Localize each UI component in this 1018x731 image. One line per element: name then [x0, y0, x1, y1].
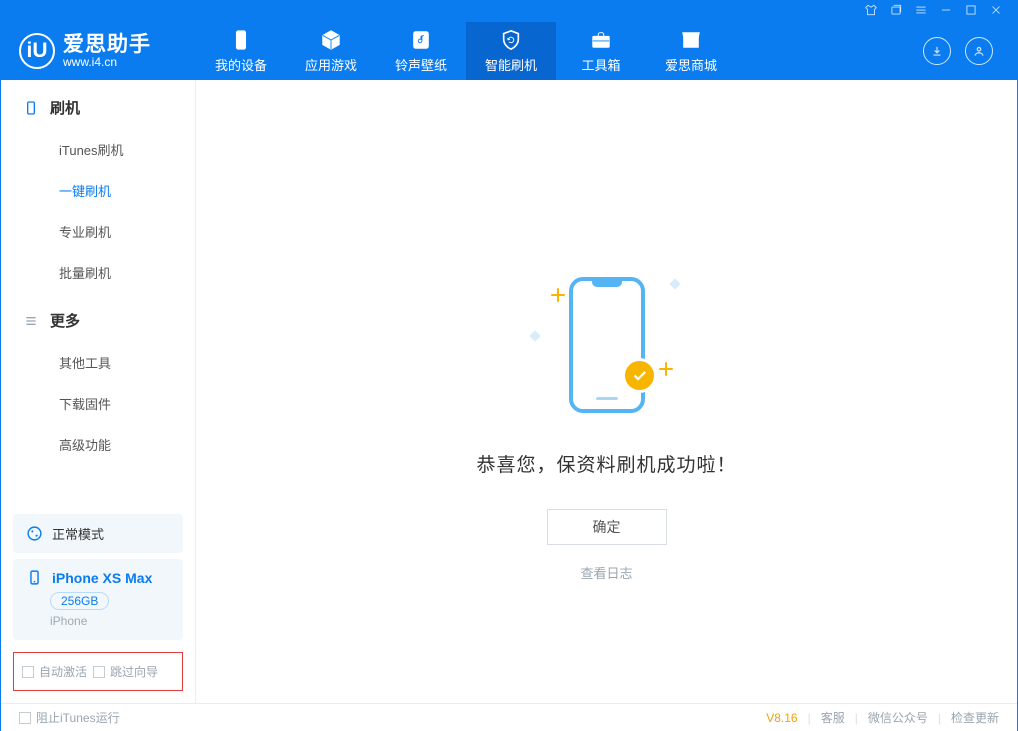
device-icon	[230, 29, 252, 51]
music-icon	[410, 29, 432, 51]
shirt-icon[interactable]	[864, 3, 878, 20]
link-support[interactable]: 客服	[821, 709, 845, 726]
sidebar: 刷机 iTunes刷机 一键刷机 专业刷机 批量刷机 更多 其他工具 下载固件 …	[1, 80, 196, 703]
cube-icon	[320, 29, 342, 51]
logo-icon: iU	[19, 33, 55, 69]
link-wechat[interactable]: 微信公众号	[868, 709, 928, 726]
checkbox-label: 自动激活	[39, 663, 87, 680]
tab-my-device[interactable]: 我的设备	[196, 22, 286, 80]
sidebar-item-advanced[interactable]: 高级功能	[1, 424, 195, 465]
main-area: 刷机 iTunes刷机 一键刷机 专业刷机 批量刷机 更多 其他工具 下载固件 …	[1, 80, 1017, 703]
check-icon	[622, 358, 657, 393]
tab-label: 智能刷机	[485, 55, 537, 74]
checkbox-label: 跳过向导	[110, 663, 158, 680]
tab-label: 工具箱	[581, 55, 620, 74]
titlebar	[1, 1, 1017, 22]
close-button[interactable]	[989, 3, 1003, 20]
tab-label: 爱思商城	[665, 55, 717, 74]
device-capacity: 256GB	[50, 592, 109, 610]
section-title: 更多	[50, 310, 80, 331]
sidebar-item-pro-flash[interactable]: 专业刷机	[1, 211, 195, 252]
phone-icon	[23, 100, 39, 116]
sidebar-item-other-tools[interactable]: 其他工具	[1, 342, 195, 383]
checkbox-skip-guide[interactable]: 跳过向导	[93, 663, 158, 680]
checkbox-auto-activate[interactable]: 自动激活	[22, 663, 87, 680]
version-label: V8.16	[766, 711, 797, 725]
tab-apps-games[interactable]: 应用游戏	[286, 22, 376, 80]
device-type: iPhone	[50, 614, 87, 628]
tab-toolbox[interactable]: 工具箱	[556, 22, 646, 80]
sidebar-item-itunes-flash[interactable]: iTunes刷机	[1, 129, 195, 170]
mode-card[interactable]: 正常模式	[13, 514, 183, 553]
highlighted-options-box: 自动激活 跳过向导	[13, 652, 183, 691]
checkbox-label: 阻止iTunes运行	[36, 709, 120, 726]
nav-tabs: 我的设备 应用游戏 铃声壁纸 智能刷机 工具箱 爱思商城	[196, 22, 907, 80]
mode-icon	[26, 525, 43, 542]
device-name: iPhone XS Max	[52, 570, 152, 586]
ok-button[interactable]: 确定	[547, 509, 667, 545]
sidebar-item-batch-flash[interactable]: 批量刷机	[1, 252, 195, 293]
success-illustration	[527, 270, 687, 420]
layers-icon[interactable]	[889, 3, 903, 20]
device-card[interactable]: iPhone XS Max 256GB iPhone	[13, 559, 183, 640]
tab-label: 我的设备	[215, 55, 267, 74]
store-icon	[680, 29, 702, 51]
view-log-link[interactable]: 查看日志	[580, 563, 632, 582]
mode-label: 正常模式	[52, 524, 104, 543]
list-icon	[23, 313, 39, 329]
maximize-button[interactable]	[964, 3, 978, 20]
section-title: 刷机	[50, 97, 80, 118]
link-check-update[interactable]: 检查更新	[951, 709, 999, 726]
statusbar: 阻止iTunes运行 V8.16 | 客服 | 微信公众号 | 检查更新	[1, 703, 1017, 731]
sidebar-section-flash: 刷机	[1, 86, 195, 129]
tab-smart-flash[interactable]: 智能刷机	[466, 22, 556, 80]
tab-ringtone-wallpaper[interactable]: 铃声壁纸	[376, 22, 466, 80]
download-circle-icon[interactable]	[923, 37, 951, 65]
app-title: 爱思助手	[63, 34, 151, 56]
header-right	[907, 37, 1017, 65]
menu-icon[interactable]	[914, 3, 928, 20]
tab-label: 铃声壁纸	[395, 55, 447, 74]
device-small-icon	[26, 569, 43, 586]
minimize-button[interactable]	[939, 3, 953, 20]
logo-area: iU 爱思助手 www.i4.cn	[1, 33, 196, 69]
tab-store[interactable]: 爱思商城	[646, 22, 736, 80]
header: iU 爱思助手 www.i4.cn 我的设备 应用游戏 铃声壁纸 智能刷机 工具…	[1, 22, 1017, 80]
sidebar-item-download-firmware[interactable]: 下载固件	[1, 383, 195, 424]
sidebar-item-one-click-flash[interactable]: 一键刷机	[1, 170, 195, 211]
toolbox-icon	[590, 29, 612, 51]
shield-refresh-icon	[500, 29, 522, 51]
checkbox-block-itunes[interactable]: 阻止iTunes运行	[19, 709, 120, 726]
user-circle-icon[interactable]	[965, 37, 993, 65]
content-area: 恭喜您，保资料刷机成功啦！ 确定 查看日志	[196, 80, 1017, 703]
sidebar-section-more: 更多	[1, 299, 195, 342]
success-message: 恭喜您，保资料刷机成功啦！	[476, 450, 736, 477]
tab-label: 应用游戏	[305, 55, 357, 74]
app-subtitle: www.i4.cn	[63, 56, 151, 69]
